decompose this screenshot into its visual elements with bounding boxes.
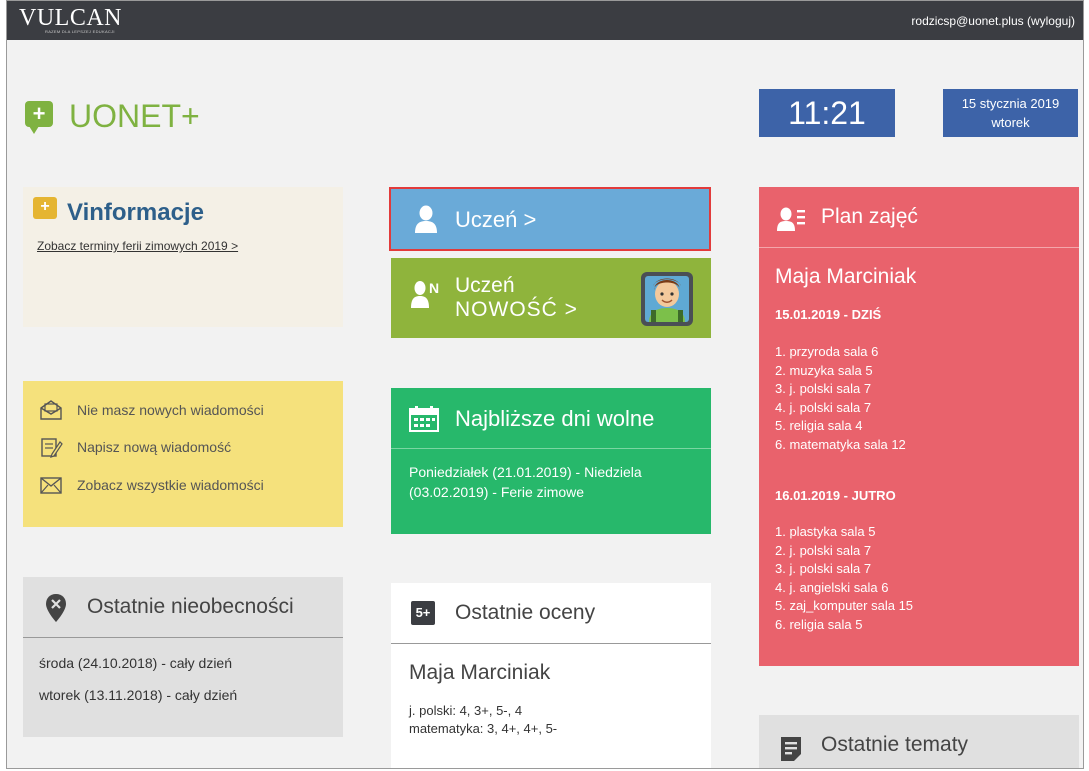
- lesson-item: 1. plastyka sala 5: [775, 524, 876, 539]
- current-date: 15 stycznia 2019: [961, 96, 1060, 111]
- lesson-item: 4. j. angielski sala 6: [775, 579, 889, 595]
- app-frame: VULCAN RAZEM DLA LEPSZEJ EDUKACJI rodzic…: [6, 0, 1084, 769]
- lesson-item: 5. religia sala 4: [775, 418, 863, 433]
- schedule-icon: [777, 207, 805, 231]
- schedule-lesson-list: 1. plastyka sala 5 2. j. polski sala 7 3…: [775, 523, 913, 634]
- envelope-open-icon: [40, 400, 62, 420]
- current-weekday: wtorek: [991, 115, 1030, 130]
- student-new-label: Uczeń: [455, 274, 515, 297]
- messages-item-compose[interactable]: Napisz nową wiadomość: [39, 436, 231, 458]
- new-badge: N: [429, 280, 440, 296]
- absences-title: Ostatnie nieobecności: [87, 595, 294, 618]
- grades-student-name: Maja Marciniak: [409, 661, 551, 684]
- divider: [391, 448, 711, 449]
- date-box: 15 stycznia 2019 wtorek: [943, 89, 1078, 137]
- user-icon: [411, 281, 429, 308]
- grades-row: matematyka: 3, 4+, 4+, 5-: [409, 721, 558, 736]
- brand-name: VULCAN: [19, 5, 122, 31]
- topics-title: Ostatnie tematy: [821, 733, 969, 756]
- schedule-day-heading: 16.01.2019 - JUTRO: [775, 488, 896, 503]
- lesson-item: 5. zaj_komputer sala 15: [775, 598, 914, 613]
- user-icon: [415, 205, 437, 233]
- clock: 11:21: [759, 89, 895, 137]
- grades-row: j. polski: 4, 3+, 5-, 4: [409, 703, 523, 718]
- student-label: Uczeń >: [455, 207, 537, 232]
- divider: [759, 247, 1079, 248]
- messages-item-no-new[interactable]: Nie masz nowych wiadomości: [39, 399, 264, 421]
- messages-item-label: Napisz nową wiadomość: [77, 439, 232, 455]
- vinformacje-tile: + Vinformacje Zobacz terminy ferii zimow…: [23, 187, 343, 327]
- lesson-item: 4. j. polski sala 7: [775, 399, 872, 415]
- grades-icon: 5+: [411, 601, 435, 625]
- brand-tagline: RAZEM DLA LEPSZEJ EDUKACJI: [45, 29, 115, 34]
- lesson-item: 3. j. polski sala 7: [775, 561, 872, 576]
- top-bar: VULCAN RAZEM DLA LEPSZEJ EDUKACJI rodzic…: [7, 1, 1083, 40]
- schedule-title: Plan zajęć: [821, 205, 918, 228]
- vinformacje-icon: +: [33, 197, 57, 219]
- lesson-item: 2. j. polski sala 7: [775, 542, 872, 558]
- messages-item-label: Nie masz nowych wiadomości: [77, 402, 264, 418]
- compose-icon: [41, 438, 63, 458]
- vinformacje-title: Vinformacje: [67, 199, 204, 226]
- grades-title: Ostatnie oceny: [455, 601, 596, 624]
- absences-tile[interactable]: Ostatnie nieobecności środa (24.10.2018)…: [23, 577, 343, 737]
- absence-row: wtorek (13.11.2018) - cały dzień: [39, 687, 238, 703]
- lesson-item: 3. j. polski sala 7: [775, 381, 872, 396]
- document-icon: [781, 737, 801, 761]
- schedule-day-heading: 15.01.2019 - DZIŚ: [775, 307, 882, 322]
- lesson-item: 2. muzyka sala 5: [775, 362, 873, 378]
- envelope-icon: [40, 477, 62, 494]
- vulcan-logo[interactable]: VULCAN RAZEM DLA LEPSZEJ EDUKACJI: [19, 5, 122, 34]
- messages-tile: Nie masz nowych wiadomości Napisz nową w…: [23, 381, 343, 527]
- lesson-item: 6. matematyka sala 12: [775, 436, 906, 452]
- app-title: UONET+: [69, 98, 200, 134]
- lesson-item: 6. religia sala 5: [775, 616, 863, 632]
- map-pin-icon: [46, 594, 66, 622]
- holidays-text: Poniedziałek (21.01.2019) - Niedziela (0…: [409, 464, 642, 500]
- student-button[interactable]: Uczeń >: [389, 187, 711, 251]
- messages-item-label: Zobacz wszystkie wiadomości: [77, 477, 264, 493]
- schedule-lesson-list: 1. przyroda sala 6 2. muzyka sala 5 3. j…: [775, 343, 906, 454]
- absence-row: środa (24.10.2018) - cały dzień: [39, 655, 232, 671]
- student-illustration-icon: [641, 272, 693, 326]
- holidays-title: Najbliższe dni wolne: [455, 406, 655, 431]
- schedule-tile[interactable]: Plan zajęć Maja Marciniak 15.01.2019 - D…: [759, 187, 1079, 666]
- uonet-logo-icon: +: [25, 101, 53, 134]
- student-new-button[interactable]: N Uczeń NOWOŚĆ >: [391, 258, 711, 338]
- calendar-icon: [409, 406, 439, 432]
- topics-tile[interactable]: Ostatnie tematy: [759, 715, 1079, 768]
- user-logout-link[interactable]: rodzicsp@uonet.plus (wyloguj): [911, 14, 1075, 28]
- messages-item-all[interactable]: Zobacz wszystkie wiadomości: [39, 474, 264, 496]
- lesson-item: 1. przyroda sala 6: [775, 344, 879, 359]
- logo-plus: +: [32, 101, 46, 126]
- student-new-subtitle: NOWOŚĆ >: [455, 298, 578, 321]
- divider: [23, 637, 343, 638]
- grades-tile[interactable]: 5+ Ostatnie oceny Maja Marciniak j. pols…: [391, 583, 711, 768]
- divider: [391, 643, 711, 644]
- winter-holidays-link[interactable]: Zobacz terminy ferii zimowych 2019 >: [37, 239, 238, 253]
- schedule-student-name: Maja Marciniak: [775, 265, 917, 288]
- holidays-tile[interactable]: Najbliższe dni wolne Poniedziałek (21.01…: [391, 388, 711, 534]
